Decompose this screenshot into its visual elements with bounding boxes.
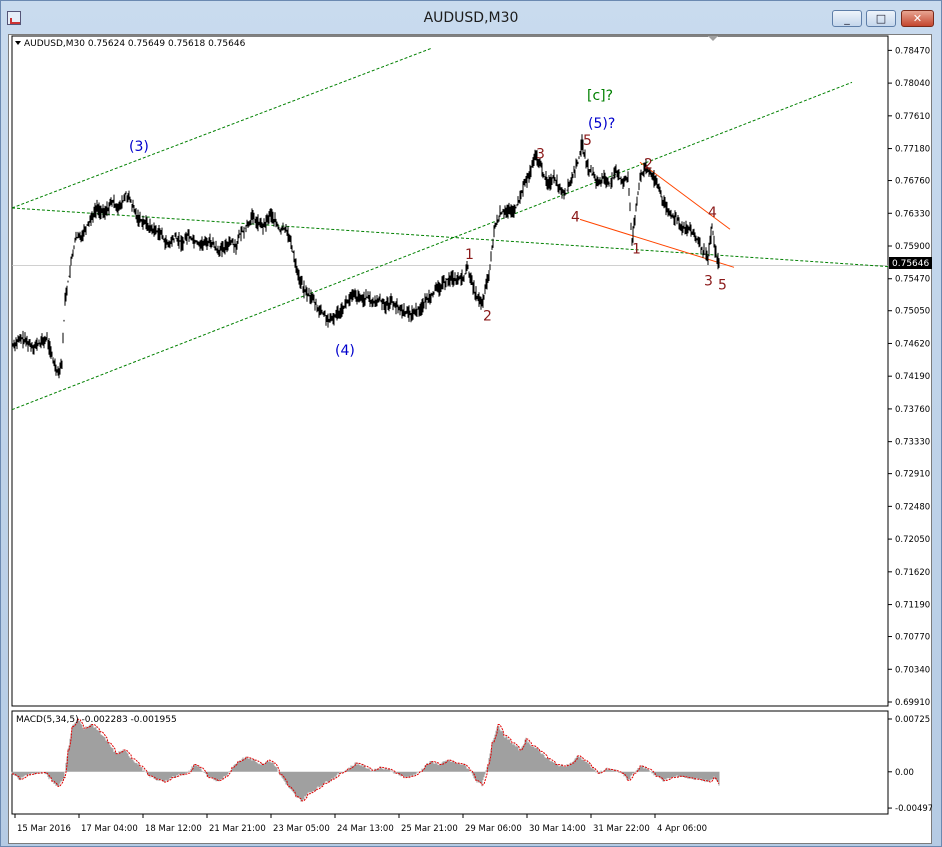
wave-label[interactable]: 3 xyxy=(704,274,713,290)
y-tick-label: 0.76760 xyxy=(895,177,930,187)
y-tick-label: 0.78040 xyxy=(895,79,930,89)
current-price-label: 0.75646 xyxy=(892,259,929,269)
x-tick-label: 21 Mar 21:00 xyxy=(209,824,266,834)
y-tick-label: 0.69910 xyxy=(895,698,930,708)
y-tick-label: 0.72480 xyxy=(895,502,930,512)
y-tick-label: 0.78470 xyxy=(895,46,930,56)
close-button[interactable]: ✕ xyxy=(901,10,934,27)
y-tick-label: 0.71190 xyxy=(895,601,930,611)
minimize-button[interactable]: _ xyxy=(832,10,862,27)
maximize-icon: □ xyxy=(875,12,887,25)
title-bar[interactable]: AUDUSD,M30 _ □ ✕ xyxy=(1,1,941,35)
y-tick-label: 0.72050 xyxy=(895,535,930,545)
wave-label[interactable]: (5)? xyxy=(588,116,615,132)
x-tick-label: 30 Mar 14:00 xyxy=(529,824,586,834)
y-tick-label: 0.72910 xyxy=(895,470,930,480)
macd-y-tick-label: 0.00 xyxy=(895,768,914,778)
y-tick-label: 0.77610 xyxy=(895,112,930,122)
window-title: AUDUSD,M30 xyxy=(423,10,519,26)
x-tick-label: 25 Mar 21:00 xyxy=(401,824,458,834)
wave-label[interactable]: 4 xyxy=(571,210,580,226)
wave-label[interactable]: 5 xyxy=(718,277,727,293)
x-tick-label: 4 Apr 06:00 xyxy=(657,824,707,834)
macd-info-label: MACD(5,34,5) -0.002283 -0.001955 xyxy=(16,715,177,725)
wave-label[interactable]: [c]? xyxy=(587,88,613,104)
x-tick-label: 18 Mar 12:00 xyxy=(145,824,202,834)
wave-label[interactable]: 1 xyxy=(465,247,474,263)
x-tick-label: 29 Mar 06:00 xyxy=(465,824,522,834)
y-tick-label: 0.75470 xyxy=(895,275,930,285)
wave-label[interactable]: 4 xyxy=(708,205,717,221)
wave-label[interactable]: 2 xyxy=(483,309,492,325)
macd-y-tick-label: -0.004979 xyxy=(895,804,932,814)
y-tick-label: 0.73760 xyxy=(895,405,930,415)
wave-label[interactable]: (3) xyxy=(129,139,149,155)
x-tick-label: 17 Mar 04:00 xyxy=(81,824,138,834)
wave-label[interactable]: 2 xyxy=(644,156,653,172)
y-tick-label: 0.74620 xyxy=(895,339,930,349)
x-tick-label: 31 Mar 22:00 xyxy=(593,824,650,834)
y-tick-label: 0.75050 xyxy=(895,307,930,317)
y-tick-label: 0.74190 xyxy=(895,372,930,382)
wave-label[interactable]: (4) xyxy=(335,343,355,359)
minimize-icon: _ xyxy=(844,12,850,25)
macd-y-tick-label: 0.00725 xyxy=(895,715,930,725)
y-tick-label: 0.71620 xyxy=(895,568,930,578)
y-tick-label: 0.70770 xyxy=(895,633,930,643)
wave-label[interactable]: 5 xyxy=(583,133,592,149)
y-tick-label: 0.75900 xyxy=(895,242,930,252)
x-tick-label: 24 Mar 13:00 xyxy=(337,824,394,834)
wave-label[interactable]: 1 xyxy=(632,242,641,258)
x-tick-label: 15 Mar 2016 xyxy=(17,824,71,834)
y-tick-label: 0.73330 xyxy=(895,438,930,448)
chart-info-label: AUDUSD,M30 0.75624 0.75649 0.75618 0.756… xyxy=(24,39,246,49)
close-icon: ✕ xyxy=(912,12,923,25)
wave-label[interactable]: 3 xyxy=(536,146,545,162)
main-pane[interactable] xyxy=(11,35,889,707)
y-tick-label: 0.77180 xyxy=(895,145,930,155)
x-tick-label: 23 Mar 05:00 xyxy=(273,824,330,834)
y-tick-label: 0.76330 xyxy=(895,209,930,219)
y-tick-label: 0.70340 xyxy=(895,665,930,675)
maximize-button[interactable]: □ xyxy=(866,10,896,27)
chart-svg[interactable]: 0.78470 0.78040 0.77610 0.77180 0.76760 0.763… xyxy=(8,34,932,844)
